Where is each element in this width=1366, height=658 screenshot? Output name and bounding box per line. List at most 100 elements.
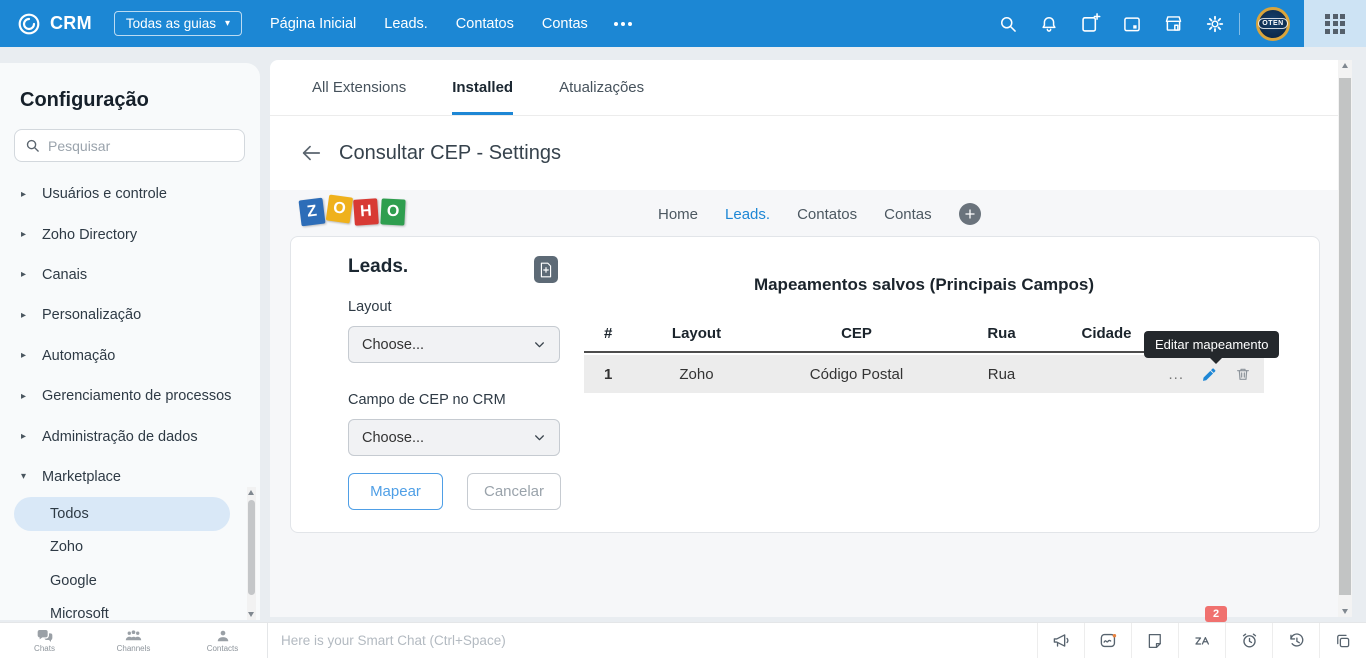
nav-leads[interactable]: Leads. [384,16,428,32]
ext-nav-home[interactable]: Home [658,206,698,223]
smart-chat-field[interactable] [268,623,1037,658]
chats-button[interactable]: Chats [0,623,89,658]
chevron-right-icon: ▸ [21,310,29,321]
scroll-down-icon[interactable] [1342,609,1348,614]
compose-icon[interactable] [1080,13,1101,34]
delete-trash-icon[interactable] [1235,366,1251,382]
smart-chat-input[interactable] [281,633,1037,648]
sidebar-item-zoho[interactable]: Zoho [0,531,260,565]
nav-pagina-inicial[interactable]: Página Inicial [270,16,356,32]
contacts-button[interactable]: Contacts [178,623,267,658]
sidebar-item-canais[interactable]: ▸Canais [0,255,260,295]
topbar-icons [998,13,1225,34]
brand-name: CRM [50,13,92,34]
ext-nav-contatos[interactable]: Contatos [797,206,857,223]
gear-icon[interactable] [1205,14,1225,34]
chevron-right-icon: ▸ [21,391,29,402]
zoho-logo: Z O H O [300,199,405,225]
zia-button[interactable] [1178,623,1225,658]
sidebar-item-zoho-directory[interactable]: ▸Zoho Directory [0,214,260,254]
crm-brand: CRM [16,11,92,37]
sidebar-title: Configuração [20,89,260,112]
nav-contas[interactable]: Contas [542,16,588,32]
scroll-up-icon[interactable] [1342,63,1348,68]
tab-all-extensions[interactable]: All Extensions [312,60,406,115]
apps-grid-button[interactable] [1304,0,1366,47]
chevron-down-icon: ▾ [21,471,29,482]
search-icon [25,138,40,153]
history-button[interactable] [1272,623,1319,658]
add-mapping-button[interactable] [534,256,558,283]
avatar[interactable]: OTEN [1256,7,1290,41]
settings-sidebar: Configuração ▸Usuários e controle ▸Zoho … [0,63,260,620]
sidebar-item-todos[interactable]: Todos [14,497,230,531]
scroll-up-icon[interactable] [248,490,254,495]
scrollbar-thumb[interactable] [1339,78,1351,595]
sidebar-item-marketplace[interactable]: ▾Marketplace [0,457,260,497]
marketplace-store-icon[interactable] [1163,13,1184,34]
chevron-right-icon: ▸ [21,431,29,442]
cep-field-dropdown[interactable]: Choose... [348,419,560,456]
calendar-icon[interactable] [1122,14,1142,34]
edit-mapping-tooltip: Editar mapeamento [1144,331,1279,358]
header-layout: Layout [629,325,764,342]
sidebar-items: ▸Usuários e controle ▸Zoho Directory ▸Ca… [0,174,260,497]
sidebar-item-usuarios[interactable]: ▸Usuários e controle [0,174,260,214]
copy-button[interactable] [1319,623,1366,658]
tab-installed[interactable]: Installed [452,60,513,115]
search-icon[interactable] [998,14,1018,34]
channels-button[interactable]: Channels [89,623,178,658]
cell-layout: Zoho [629,366,764,383]
back-arrow-icon[interactable] [300,142,322,164]
tab-atualizacoes[interactable]: Atualizações [559,60,644,115]
cell-cep: Código Postal [764,366,949,383]
saved-mappings-table: Mapeamentos salvos (Principais Campos) #… [584,237,1264,532]
add-document-icon [539,262,553,278]
sidebar-item-google[interactable]: Google [0,564,260,598]
megaphone-icon [1052,631,1071,650]
extension-area: Z O H O Home Leads. Contatos Contas Lead… [270,190,1338,617]
row-more-button[interactable]: ... [1168,366,1184,383]
announcements-button[interactable] [1037,623,1084,658]
search-input[interactable] [48,138,234,154]
plus-icon [964,208,976,220]
layout-label: Layout [348,299,392,315]
sidebar-item-gerenciamento[interactable]: ▸Gerenciamento de processos [0,376,260,416]
crm-logo-icon [16,11,42,37]
add-module-button[interactable] [959,203,981,225]
ext-nav-leads[interactable]: Leads. [725,206,770,223]
mapear-button[interactable]: Mapear [348,473,443,510]
channels-icon [125,629,142,643]
sidebar-item-microsoft[interactable]: Microsoft [0,598,260,620]
sidebar-item-automacao[interactable]: ▸Automação [0,336,260,376]
cell-num: 1 [584,366,629,383]
header-rua: Rua [949,325,1054,342]
nav-contatos[interactable]: Contatos [456,16,514,32]
alarm-clock-icon [1240,631,1259,650]
ext-nav-contas[interactable]: Contas [884,206,932,223]
zia-sketch-button[interactable] [1084,623,1131,658]
sidebar-item-personalizacao[interactable]: ▸Personalização [0,295,260,335]
scroll-down-icon[interactable] [248,612,254,617]
more-tabs-icon[interactable] [614,22,632,26]
smart-chat-bar: Chats Channels Contacts [0,622,1366,658]
contacts-icon [216,629,230,643]
cancelar-button[interactable]: Cancelar [467,473,561,510]
sidebar-scrollbar[interactable] [247,487,256,620]
all-tabs-dropdown[interactable]: Todas as guias ▾ [114,11,242,36]
note-icon [1146,632,1164,650]
reminders-button[interactable] [1225,623,1272,658]
divider [1239,13,1240,35]
history-icon [1287,631,1306,650]
header-num: # [584,325,629,342]
module-title: Leads. [348,256,408,278]
sidebar-item-administracao[interactable]: ▸Administração de dados [0,416,260,456]
scrollbar-thumb[interactable] [248,500,255,595]
layout-dropdown[interactable]: Choose... [348,326,560,363]
sidebar-search[interactable] [14,129,245,162]
topbar-nav: Página Inicial Leads. Contatos Contas [270,16,588,32]
zia-sketch-icon [1099,631,1118,650]
notes-button[interactable] [1131,623,1178,658]
main-scrollbar[interactable] [1338,60,1352,617]
bell-icon[interactable] [1039,14,1059,34]
